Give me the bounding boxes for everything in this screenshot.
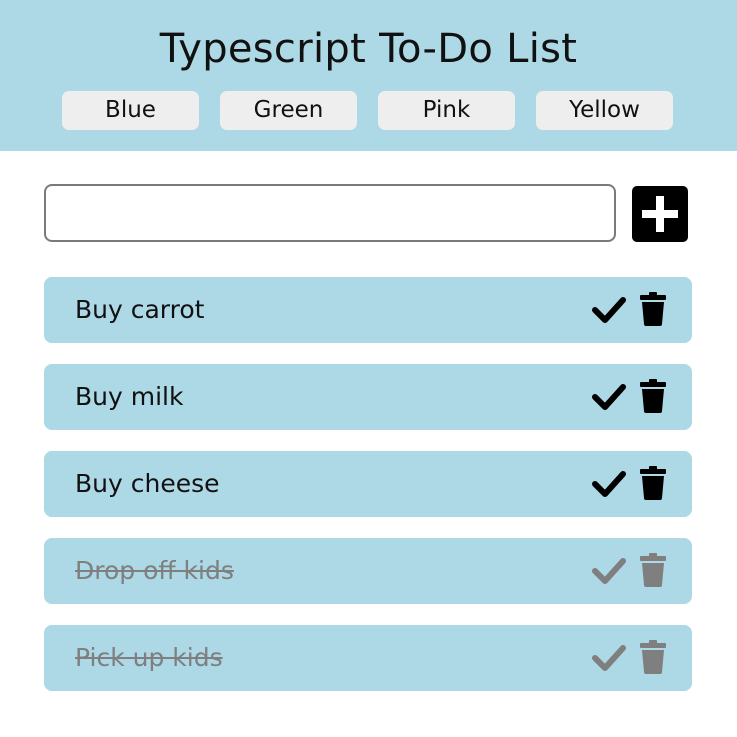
todo-item: Buy cheese xyxy=(44,451,692,517)
todo-label: Pick up kids xyxy=(75,643,223,672)
trash-icon[interactable] xyxy=(640,466,666,500)
check-icon[interactable] xyxy=(592,468,626,500)
page-title: Typescript To-Do List xyxy=(159,26,578,72)
trash-icon[interactable] xyxy=(640,553,666,587)
theme-button-pink[interactable]: Pink xyxy=(378,91,515,130)
check-icon[interactable] xyxy=(592,642,626,674)
todo-label: Buy cheese xyxy=(75,469,220,498)
todo-label: Drop off kids xyxy=(75,556,234,585)
trash-icon[interactable] xyxy=(640,292,666,326)
todo-item: Buy milk xyxy=(44,364,692,430)
theme-button-yellow[interactable]: Yellow xyxy=(536,91,673,130)
theme-button-green[interactable]: Green xyxy=(220,91,357,130)
trash-icon[interactable] xyxy=(640,640,666,674)
check-icon[interactable] xyxy=(592,294,626,326)
trash-icon[interactable] xyxy=(640,379,666,413)
header: Typescript To-Do List Blue Green Pink Ye… xyxy=(0,0,737,151)
check-icon[interactable] xyxy=(592,381,626,413)
todo-label: Buy milk xyxy=(75,382,184,411)
todo-item: Buy carrot xyxy=(44,277,692,343)
plus-icon xyxy=(642,196,678,232)
add-todo-button[interactable] xyxy=(632,186,688,242)
todo-item-completed: Pick up kids xyxy=(44,625,692,691)
todo-label: Buy carrot xyxy=(75,295,205,324)
todo-item-completed: Drop off kids xyxy=(44,538,692,604)
new-todo-input[interactable] xyxy=(44,184,616,242)
theme-button-blue[interactable]: Blue xyxy=(62,91,199,130)
check-icon[interactable] xyxy=(592,555,626,587)
